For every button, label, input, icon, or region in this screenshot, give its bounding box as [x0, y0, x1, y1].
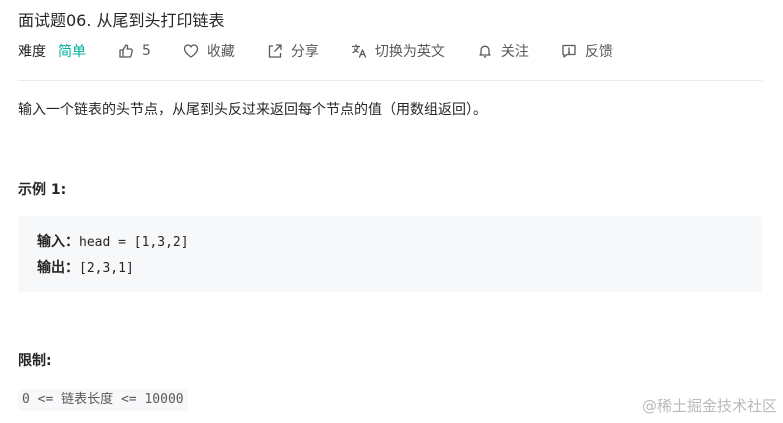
- heart-icon: [183, 43, 199, 59]
- favorite-button[interactable]: 收藏: [183, 41, 235, 61]
- favorite-label: 收藏: [206, 44, 235, 60]
- like-button[interactable]: 5: [118, 43, 151, 59]
- feedback-icon: [561, 43, 577, 59]
- watermark: @稀土掘金技术社区: [641, 397, 777, 415]
- example-title: 示例 1:: [18, 182, 67, 198]
- output-value: [2,3,1]: [79, 261, 134, 276]
- feedback-button[interactable]: 反馈: [561, 41, 613, 61]
- constraint-prefix: 0 <=: [22, 392, 62, 407]
- bell-icon: [477, 43, 493, 59]
- thumbs-up-icon: [118, 43, 134, 59]
- problem-meta-toolbar: 难度 简单 5 收藏 分享 切换为英文 关注 反馈: [18, 40, 645, 62]
- translate-label: 切换为英文: [374, 44, 445, 60]
- share-label: 分享: [290, 44, 319, 60]
- share-icon: [267, 43, 283, 59]
- share-button[interactable]: 分享: [267, 41, 319, 61]
- problem-title: 面试题06. 从尾到头打印链表: [18, 11, 225, 30]
- difficulty-label: 难度: [18, 44, 46, 60]
- header-divider: [18, 80, 762, 81]
- like-count: 5: [142, 43, 151, 59]
- example-output-line: 输出：[2,3,1]: [37, 257, 134, 277]
- constraint-code: 0 <= 链表长度 <= 10000: [18, 389, 188, 411]
- problem-description: 输入一个链表的头节点，从尾到头反过来返回每个节点的值（用数组返回）。: [18, 102, 487, 118]
- translate-button[interactable]: 切换为英文: [351, 41, 445, 61]
- input-label: 输入：: [37, 234, 79, 250]
- follow-button[interactable]: 关注: [477, 41, 529, 61]
- input-value: head = [1,3,2]: [79, 235, 189, 250]
- translate-icon: [351, 43, 367, 59]
- constraint-suffix: <= 10000: [113, 392, 184, 407]
- constraint-subject: 链表长度: [61, 392, 114, 407]
- feedback-label: 反馈: [584, 44, 613, 60]
- example-code-block: 输入：head = [1,3,2] 输出：[2,3,1]: [18, 216, 762, 292]
- difficulty-badge: 简单: [58, 44, 86, 60]
- output-label: 输出：: [37, 260, 79, 276]
- example-input-line: 输入：head = [1,3,2]: [37, 231, 189, 251]
- follow-label: 关注: [500, 44, 529, 60]
- problem-page: 面试题06. 从尾到头打印链表 难度 简单 5 收藏 分享 切换为英文 关注 反…: [0, 0, 783, 423]
- limits-title: 限制:: [18, 353, 52, 369]
